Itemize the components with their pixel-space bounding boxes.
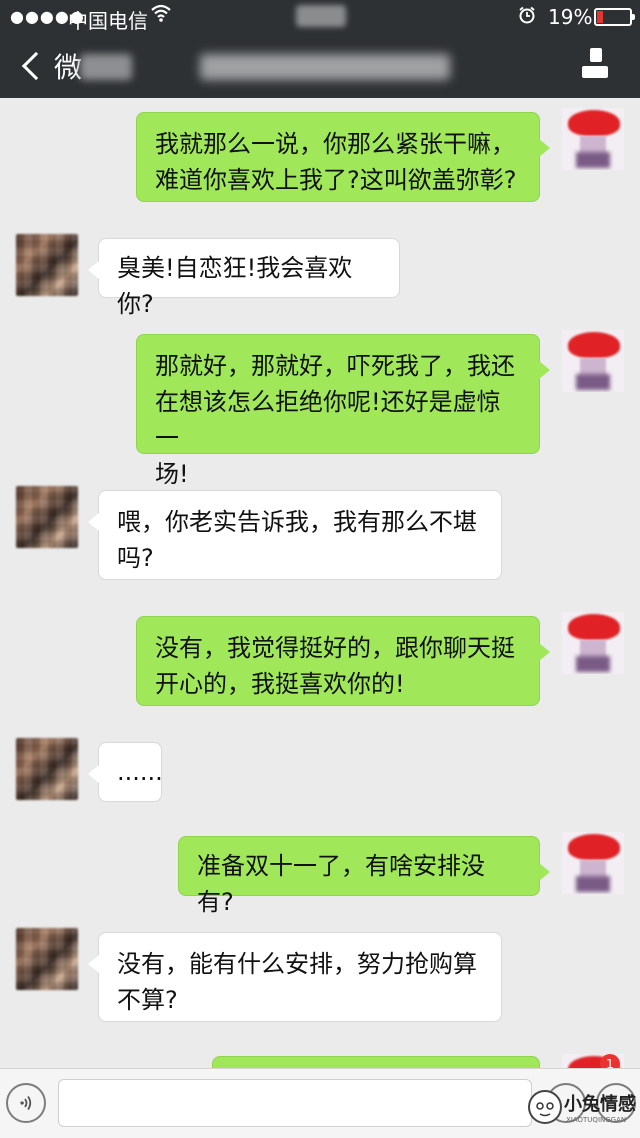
nav-bar: 微 xyxy=(0,34,640,98)
message-text: 那就好，那就好，吓死我了，我还 在想该怎么拒绝你呢!还好是虚惊一 场! xyxy=(155,352,515,488)
carrier-label: 中国电信 xyxy=(68,9,148,33)
contact-avatar[interactable] xyxy=(16,928,78,990)
contact-avatar[interactable] xyxy=(16,738,78,800)
message-text: 我就那么一说，你那么紧张干嘛， 难道你喜欢上我了?这叫欲盖弥彰? xyxy=(155,130,517,194)
alarm-icon xyxy=(518,6,536,29)
message-text: 没有，能有什么安排，努力抢购算 不算? xyxy=(117,950,477,1014)
message-bubble-outgoing[interactable] xyxy=(212,1056,540,1068)
contact-avatar[interactable] xyxy=(16,234,78,296)
battery-percent: 19% xyxy=(548,5,593,29)
my-avatar[interactable] xyxy=(562,832,624,894)
chat-area[interactable]: 我就那么一说，你那么紧张干嘛， 难道你喜欢上我了?这叫欲盖弥彰? 臭美!自恋狂!… xyxy=(0,98,640,1068)
message-text: 喂，你老实告诉我，我有那么不堪 吗? xyxy=(117,508,477,572)
wifi-icon xyxy=(150,3,172,28)
message-bubble-outgoing[interactable]: 没有，我觉得挺好的，跟你聊天挺 开心的，我挺喜欢你的! xyxy=(136,616,550,706)
message-bubble-outgoing[interactable]: 那就好，那就好，吓死我了，我还 在想该怎么拒绝你呢!还好是虚惊一 场! xyxy=(136,334,550,488)
rabbit-logo-icon xyxy=(528,1090,562,1124)
message-text: 准备双十一了，有啥安排没有? xyxy=(197,852,485,916)
message-bubble-incoming[interactable]: ...... xyxy=(88,742,163,802)
watermark-logo: 小兔情感 XIAOTUQINGGAN xyxy=(528,1086,636,1134)
back-label: 微 xyxy=(54,51,83,84)
back-button[interactable]: 微 xyxy=(18,46,82,86)
person-icon[interactable] xyxy=(582,48,608,80)
message-bubble-outgoing[interactable]: 我就那么一说，你那么紧张干嘛， 难道你喜欢上我了?这叫欲盖弥彰? xyxy=(136,112,550,202)
clock-blurred xyxy=(296,5,346,27)
my-avatar[interactable] xyxy=(562,108,624,170)
message-bubble-incoming[interactable]: 喂，你老实告诉我，我有那么不堪 吗? xyxy=(88,490,502,580)
watermark-title: 小兔情感 xyxy=(564,1094,636,1115)
message-text: 臭美!自恋狂!我会喜欢你? xyxy=(117,254,353,318)
chevron-left-icon xyxy=(21,51,51,81)
message-input[interactable] xyxy=(58,1079,532,1127)
contact-avatar[interactable] xyxy=(16,486,78,548)
battery-icon xyxy=(594,8,635,26)
message-text: 没有，我觉得挺好的，跟你聊天挺 开心的，我挺喜欢你的! xyxy=(155,634,515,698)
message-bubble-incoming[interactable]: 臭美!自恋狂!我会喜欢你? xyxy=(88,238,400,318)
watermark-subtitle: XIAOTUQINGGAN xyxy=(566,1116,627,1124)
my-avatar[interactable] xyxy=(562,330,624,392)
message-bubble-outgoing[interactable]: 准备双十一了，有啥安排没有? xyxy=(178,836,550,916)
message-text: ...... xyxy=(117,758,163,786)
my-avatar[interactable]: 1 xyxy=(562,1054,624,1068)
voice-icon[interactable] xyxy=(6,1083,46,1123)
notification-badge: 1 xyxy=(600,1054,620,1068)
my-avatar[interactable] xyxy=(562,612,624,674)
message-bubble-incoming[interactable]: 没有，能有什么安排，努力抢购算 不算? xyxy=(88,932,502,1022)
chat-title-blurred xyxy=(200,54,450,80)
status-bar: ●●●●● 中国电信 19% xyxy=(0,0,640,34)
back-label-blurred xyxy=(80,54,132,80)
